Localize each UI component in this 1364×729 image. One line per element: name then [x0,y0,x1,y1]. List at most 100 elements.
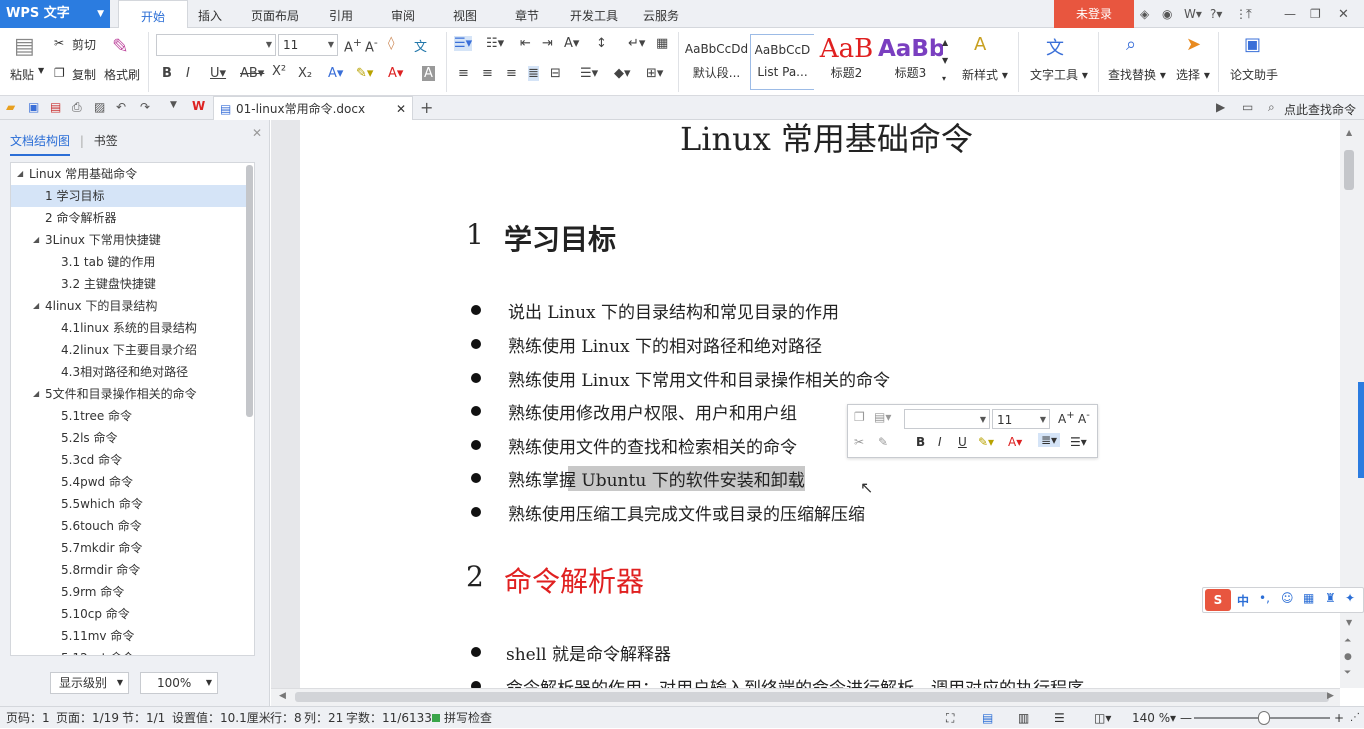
outline-node[interactable]: ◢ 5文件和目录操作相关的命令 [11,383,249,405]
find-replace-button[interactable]: 查找替换 ▾ [1108,66,1166,83]
next-page-icon[interactable]: ⏷ [1344,668,1351,678]
horizontal-scrollbar[interactable]: ◀ ▶ [271,688,1340,706]
bullet-item[interactable]: 熟练使用修改用户权限、用户和用户组 [508,399,797,424]
grow-font-icon[interactable]: A+ [1058,410,1075,426]
justify-icon[interactable]: ≣▾ [1038,433,1061,447]
shading-icon[interactable]: ◆▾ [614,66,631,81]
underline-icon[interactable]: U▾ [210,66,226,81]
print-preview-icon[interactable]: ▨ [94,100,105,114]
italic-icon[interactable]: I [938,435,942,449]
bold-icon[interactable]: B [162,66,172,81]
print-icon[interactable]: ⎙ [72,100,82,115]
cut-button[interactable]: 剪切 [72,36,96,53]
tab-review[interactable]: 审阅 [380,0,426,28]
document-tab[interactable]: ▤ 01-linux常用命令.docx ✕ [213,96,413,120]
subscript-icon[interactable]: X₂ [298,66,312,81]
reading-view-icon[interactable]: ▥ [1018,707,1029,729]
char-format-icon[interactable]: A▾ [564,36,579,51]
outline-node[interactable]: ◢ 3Linux 下常用快捷键 [11,229,249,251]
page-view-icon[interactable]: ▤ [982,707,993,729]
bullet-item[interactable]: 命令解析器的作用：对用户输入到终端的命令进行解析，调用对应的执行程序。 [506,674,1101,688]
increase-indent-icon[interactable]: ⇥ [542,36,553,51]
screen-icon[interactable]: ▶ [1216,100,1225,114]
paste-button[interactable]: 粘贴 [10,66,34,83]
tab-chapter[interactable]: 章节 [504,0,550,28]
mini-font-size[interactable]: 11 ▼ [992,409,1050,429]
outline-node[interactable]: 5.8rmdir 命令 [11,559,249,581]
zoom-out-icon[interactable]: — [1180,707,1192,729]
close-panel-icon[interactable]: ✕ [252,126,262,140]
expand-icon[interactable]: ◢ [17,163,23,185]
new-tab-icon[interactable]: + [420,98,433,117]
save-icon[interactable]: ▣ [28,100,39,114]
bullet-list-icon[interactable]: ☰▾ [454,36,473,51]
outline-node[interactable]: 5.12cat 命令 [11,647,249,655]
tab-references[interactable]: 引用 [318,0,364,28]
expand-icon[interactable]: ◢ [33,383,39,405]
bullet-item[interactable]: 熟练使用压缩工具完成文件或目录的压缩解压缩 [508,500,865,525]
scroll-left-icon[interactable]: ◀ [279,691,286,701]
wps-app-menu-button[interactable]: WPS 文字 ▼ [0,0,110,28]
strikethrough-icon[interactable]: AB▾ [240,66,264,81]
highlight-icon[interactable]: ✎▾ [356,66,373,81]
clear-format-icon[interactable]: ◊ [388,36,394,51]
distribute-icon[interactable]: ⊟ [550,66,561,81]
style-heading-3[interactable]: AaBb 标题3 [878,34,943,90]
format-painter-icon[interactable]: ✎ [878,435,888,449]
table-icon[interactable]: ▦ [656,36,668,51]
scroll-right-icon[interactable]: ▶ [1327,691,1334,701]
underline-icon[interactable]: U [958,435,967,449]
align-right-icon[interactable]: ≡ [506,66,517,81]
tab-outline[interactable]: 文档结构图 [10,134,71,156]
open-icon[interactable]: ▰ [6,100,15,114]
wps-cloud-icon[interactable]: W▾ [1184,7,1202,21]
sogou-logo-icon[interactable]: S [1205,589,1231,611]
outline-node[interactable]: 5.9rm 命令 [11,581,249,603]
chevron-down-icon[interactable]: ▾ [1170,707,1176,729]
outline-node[interactable]: 5.11mv 命令 [11,625,249,647]
outline-node[interactable]: 5.2ls 命令 [11,427,249,449]
shrink-font-icon[interactable]: A- [1078,410,1090,426]
expand-icon[interactable]: ◢ [33,295,39,317]
scroll-thumb[interactable] [295,692,1329,702]
text-effect-icon[interactable]: A▾ [328,66,343,81]
outline-node[interactable]: 5.7mkdir 命令 [11,537,249,559]
tab-cloud[interactable]: 云服务 [636,0,686,28]
select-button[interactable]: 选择 ▾ [1176,66,1210,83]
zoom-slider-thumb[interactable] [1258,711,1270,725]
outline-node[interactable]: ◢ Linux 常用基础命令 [11,163,249,185]
format-painter-icon[interactable]: ✎ [112,34,129,58]
minimize-icon[interactable]: — [1284,7,1296,21]
bullet-item[interactable]: 熟练使用 Linux 下的相对路径和绝对路径 [508,332,822,357]
cut-icon[interactable]: ✂ [854,435,864,449]
font-name-select[interactable]: ▼ [156,34,276,56]
document-page[interactable] [300,120,1340,688]
outline-node[interactable]: 5.4pwd 命令 [11,471,249,493]
outline-node[interactable]: 1 学习目标 [11,185,249,207]
customize-qa-icon[interactable]: ▼ [170,100,177,110]
bullet-item[interactable]: 熟练掌握 Ubuntu 下的软件安装和卸载 [508,466,805,491]
login-button[interactable]: 未登录 [1054,0,1134,28]
bullet-item[interactable]: 熟练使用 Linux 下常用文件和目录操作相关的命令 [508,366,890,391]
superscript-icon[interactable]: X² [272,64,286,79]
show-marks-icon[interactable]: ↵▾ [628,36,645,51]
expand-icon[interactable]: ◢ [33,229,39,251]
outline-zoom-select[interactable]: 100% ▼ [140,672,218,694]
web-view-icon[interactable]: ◫▾ [1094,707,1111,729]
command-search[interactable]: 点此查找命令 [1284,101,1356,118]
tab-view[interactable]: 视图 [442,0,488,28]
tab-developer[interactable]: 开发工具 [564,0,624,28]
paste-icon[interactable]: ▤▾ [874,410,891,424]
format-painter-button[interactable]: 格式刷 [104,66,140,83]
share-icon[interactable]: ◉ [1162,7,1172,21]
outline-node[interactable]: 3.2 主键盘快捷键 [11,273,249,295]
status-page[interactable]: 页面：1/19 [56,707,119,729]
prev-page-icon[interactable]: ⏶ [1344,636,1351,646]
outline-node[interactable]: 5.3cd 命令 [11,449,249,471]
status-zoom[interactable]: 140 % [1132,707,1170,729]
show-level-select[interactable]: 显示级别 ▼ [50,672,129,694]
outline-node[interactable]: 5.6touch 命令 [11,515,249,537]
bold-icon[interactable]: B [916,435,925,449]
italic-icon[interactable]: I [186,66,190,81]
bullet-item[interactable]: shell 就是命令解释器 [506,640,671,665]
